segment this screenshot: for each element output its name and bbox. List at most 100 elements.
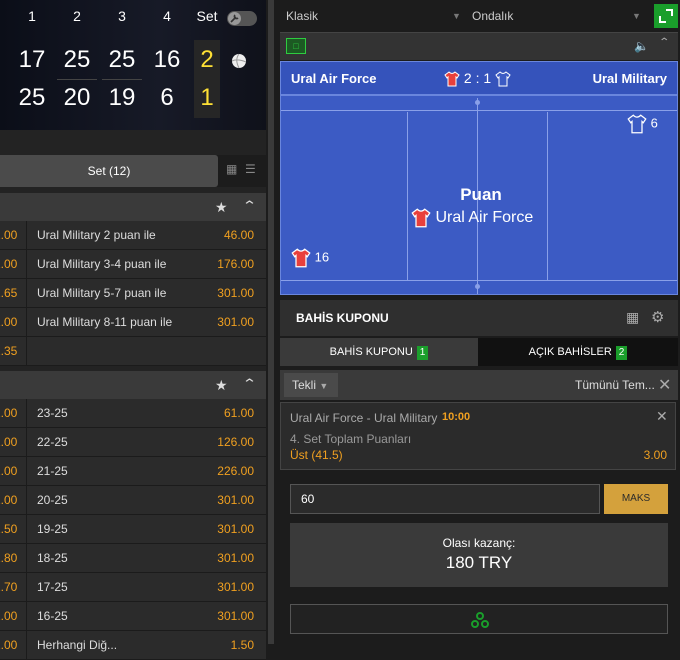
prev-odd[interactable]: 1.65 — [0, 279, 27, 307]
team1-sets-won: 2 — [200, 46, 214, 73]
prev-odd[interactable]: 1.00 — [0, 457, 27, 485]
close-icon[interactable]: ✕ — [658, 375, 671, 395]
market-row[interactable]: 1.00 22-25 126.00 — [0, 428, 266, 457]
market-row[interactable]: 1.35 — [0, 337, 266, 366]
team1-set2: 25 — [63, 46, 91, 73]
place-bet-button[interactable] — [290, 604, 668, 634]
odds-format-select[interactable]: Ondalık ▼ — [472, 4, 644, 28]
stake-input[interactable]: 60 — [290, 484, 600, 514]
market-row[interactable]: 1.00 16-25 301.00 — [0, 602, 266, 631]
view-select-value: Klasik — [286, 9, 319, 23]
chevron-up-icon[interactable]: ⌃ — [242, 198, 257, 214]
grid-view-icon[interactable]: ▦ — [226, 162, 240, 176]
prev-odd[interactable]: 1.80 — [0, 544, 27, 572]
potential-winnings: Olası kazanç: 180 TRY — [290, 523, 668, 587]
set-header-2: 2 — [73, 8, 81, 24]
field-icon[interactable]: □ — [286, 38, 306, 54]
market1-header: ★ ⌃ — [0, 193, 266, 221]
panel-divider[interactable] — [268, 0, 274, 644]
prev-odd[interactable]: 1.00 — [0, 399, 27, 427]
potential-label: Olası kazanç: — [442, 536, 516, 550]
chevron-up-icon[interactable]: ⌃ — [658, 37, 670, 48]
outcome-odd[interactable]: 301.00 — [217, 486, 254, 514]
market-row[interactable]: 1.70 17-25 301.00 — [0, 573, 266, 602]
away-shirt-icon — [627, 114, 647, 134]
outcome-odd[interactable]: 301.00 — [217, 308, 254, 336]
outcome-odd[interactable]: 126.00 — [217, 428, 254, 456]
tab-open-bets[interactable]: AÇIK BAHİSLER 2 — [478, 338, 678, 366]
view-select[interactable]: Klasik ▼ — [286, 4, 462, 28]
prev-odd[interactable]: 1.00 — [0, 428, 27, 456]
gear-icon[interactable]: ⚙ — [651, 308, 664, 326]
bet-match: Ural Air Force - Ural Military — [290, 411, 438, 425]
star-icon[interactable]: ★ — [215, 199, 228, 216]
market-row[interactable]: 1.00 Ural Military 3-4 puan ile 176.00 — [0, 250, 266, 279]
away-shirt-icon — [495, 71, 511, 87]
list-view-icon[interactable]: ☰ — [245, 162, 259, 176]
outcome-label: Ural Military 3-4 puan ile — [37, 257, 167, 271]
outcome-odd[interactable]: 301.00 — [217, 544, 254, 572]
outcome-label: 16-25 — [37, 609, 68, 623]
bet-type-select[interactable]: Tekli ▼ — [284, 373, 338, 397]
chevron-up-icon[interactable]: ⌃ — [242, 376, 257, 392]
prev-odd[interactable]: 1.70 — [0, 573, 27, 601]
market-row[interactable]: 1.00 23-25 61.00 — [0, 399, 266, 428]
max-button[interactable]: MAKS — [604, 484, 668, 514]
star-icon[interactable]: ★ — [215, 377, 228, 394]
team2-sets-won: 1 — [200, 84, 214, 111]
outcome-odd[interactable]: 301.00 — [217, 573, 254, 601]
net-post — [475, 100, 480, 105]
prev-odd[interactable]: 1.00 — [0, 250, 27, 278]
market-row[interactable]: 1.00 Herhangi Diğ... 1.50 — [0, 631, 266, 660]
clear-all-link[interactable]: Tümünü Tem... — [575, 378, 655, 392]
tab-betslip-label: BAHİS KUPONU — [329, 346, 413, 358]
volleyball-court: Ural Air Force 2 : 1 Ural Military 6 16 … — [280, 61, 678, 295]
odds-format-value: Ondalık — [472, 9, 514, 23]
calculator-icon[interactable]: ▦ — [626, 309, 639, 326]
outcome-odd[interactable]: 301.00 — [217, 602, 254, 630]
right-panel: Klasik ▼ Ondalık ▼ □ 🔈 ⌃ Ural Air Force … — [280, 0, 680, 644]
home-shirt-icon — [291, 248, 311, 268]
market-row[interactable]: 1.00 Ural Military 8-11 puan ile 301.00 — [0, 308, 266, 337]
outcome-odd[interactable]: 226.00 — [217, 457, 254, 485]
expand-button[interactable] — [654, 4, 678, 28]
prev-odd[interactable]: 1.00 — [0, 486, 27, 514]
outcome-odd[interactable]: 301.00 — [217, 515, 254, 543]
prev-odd[interactable]: 1.00 — [0, 221, 27, 249]
home-team-name: Ural Air Force — [291, 71, 377, 86]
court-header: Ural Air Force 2 : 1 Ural Military — [281, 62, 677, 96]
close-icon[interactable]: ✕ — [656, 408, 668, 425]
outcome-label: 22-25 — [37, 435, 68, 449]
prev-odd[interactable]: 1.50 — [0, 515, 27, 543]
outcome-odd[interactable]: 1.50 — [231, 631, 254, 659]
market-row[interactable]: 1.00 20-25 301.00 — [0, 486, 266, 515]
outcome-odd[interactable]: 301.00 — [217, 279, 254, 307]
prev-odd[interactable]: 1.00 — [0, 602, 27, 630]
team2-set1: 25 — [18, 84, 46, 111]
home-points: 16 — [291, 248, 329, 268]
prev-odd[interactable]: 1.35 — [0, 337, 27, 365]
market-row[interactable]: 1.80 18-25 301.00 — [0, 544, 266, 573]
market-row[interactable]: 1.00 Ural Military 2 puan ile 46.00 — [0, 221, 266, 250]
caret-down-icon: ▼ — [632, 11, 641, 21]
score-toggle[interactable] — [227, 11, 257, 26]
prev-odd[interactable]: 1.00 — [0, 308, 27, 336]
tab-set[interactable]: Set (12) — [0, 155, 218, 187]
team1-set4: 16 — [153, 46, 181, 73]
outcome-odd[interactable]: 61.00 — [224, 399, 254, 427]
market-row[interactable]: 1.65 Ural Military 5-7 puan ile 301.00 — [0, 279, 266, 308]
bet-odd: 3.00 — [643, 448, 667, 462]
set-label: Set — [196, 8, 218, 24]
loading-icon — [471, 612, 489, 628]
outcome-odd[interactable]: 176.00 — [217, 250, 254, 278]
market-row[interactable]: 1.00 21-25 226.00 — [0, 457, 266, 486]
prev-odd[interactable]: 1.00 — [0, 631, 27, 659]
outcome-odd[interactable]: 46.00 — [224, 221, 254, 249]
volume-icon[interactable]: 🔈 — [634, 39, 649, 53]
caret-down-icon: ▼ — [319, 381, 329, 391]
outcome-label: 23-25 — [37, 406, 68, 420]
team1-set1: 17 — [18, 46, 46, 73]
market-row[interactable]: 1.50 19-25 301.00 — [0, 515, 266, 544]
tab-betslip[interactable]: BAHİS KUPONU 1 — [280, 338, 478, 366]
outcome-label: Ural Military 5-7 puan ile — [37, 286, 167, 300]
